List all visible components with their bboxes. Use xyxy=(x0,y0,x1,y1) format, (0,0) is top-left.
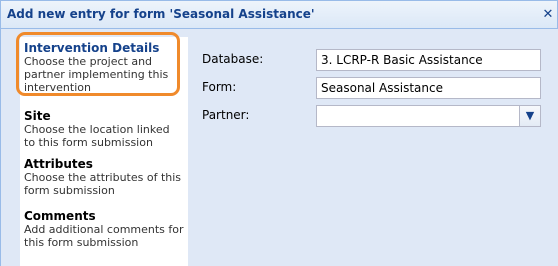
form-label: Form: xyxy=(202,80,237,94)
sidebar-item-title: Comments xyxy=(24,209,96,223)
partner-combo[interactable]: ▼ xyxy=(316,105,541,127)
form-field: Seasonal Assistance xyxy=(316,77,541,99)
partner-label: Partner: xyxy=(202,108,250,122)
sidebar-item-description: Choose the attributes of this form submi… xyxy=(24,171,182,197)
sidebar-item-intervention-details[interactable]: Intervention Details Choose the project … xyxy=(24,41,184,94)
sidebar-item-site[interactable]: Site Choose the location linked to this … xyxy=(24,109,184,149)
sidebar-item-description: Choose the location linked to this form … xyxy=(24,123,170,149)
sidebar-item-title: Site xyxy=(24,109,51,123)
sidebar: Intervention Details Choose the project … xyxy=(20,37,188,266)
dialog-title: Add new entry for form 'Seasonal Assista… xyxy=(7,7,315,21)
sidebar-item-attributes[interactable]: Attributes Choose the attributes of this… xyxy=(24,157,184,197)
chevron-down-icon[interactable]: ▼ xyxy=(519,106,540,126)
sidebar-item-title: Attributes xyxy=(24,157,93,171)
sidebar-item-title: Intervention Details xyxy=(24,41,160,55)
sidebar-item-comments[interactable]: Comments Add additional comments for thi… xyxy=(24,209,184,249)
add-entry-dialog: Add new entry for form 'Seasonal Assista… xyxy=(0,0,558,266)
database-label: Database: xyxy=(202,52,264,66)
sidebar-item-description: Add additional comments for this form su… xyxy=(24,223,184,249)
dialog-titlebar[interactable]: Add new entry for form 'Seasonal Assista… xyxy=(0,0,558,29)
database-field: 3. LCRP-R Basic Assistance xyxy=(316,49,541,71)
sidebar-item-description: Choose the project and partner implement… xyxy=(24,55,169,94)
close-icon[interactable]: ✕ xyxy=(542,8,554,22)
